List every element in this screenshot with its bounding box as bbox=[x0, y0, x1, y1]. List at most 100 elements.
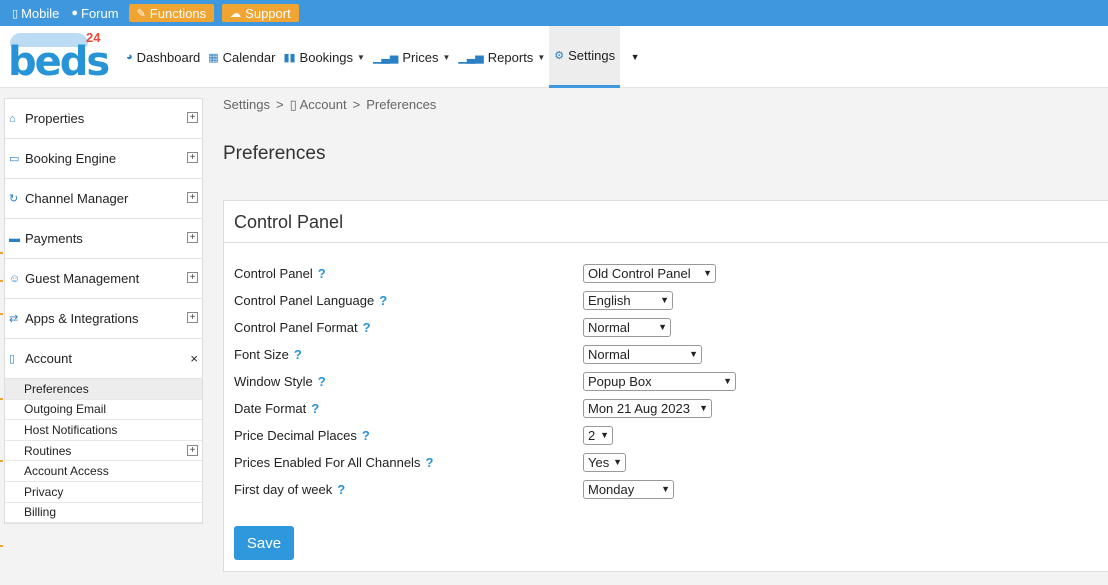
home-icon: ⌂ bbox=[9, 112, 16, 125]
breadcrumb-settings[interactable]: Settings bbox=[223, 97, 270, 113]
sidebar-sub-routines[interactable]: Routines + bbox=[5, 441, 202, 462]
mobile-link[interactable]: ▯ Mobile bbox=[10, 4, 61, 22]
support-button[interactable]: ☁ Support bbox=[222, 4, 299, 22]
sidebar-item-payments[interactable]: ▬ Payments + bbox=[5, 219, 202, 259]
decimal-places-select[interactable]: 2 ▼ bbox=[583, 425, 613, 445]
card-icon: ▬ bbox=[9, 232, 20, 245]
help-icon[interactable]: ? bbox=[363, 320, 371, 335]
first-day-select[interactable]: Monday ▼ bbox=[583, 479, 674, 499]
sidebar-item-properties[interactable]: ⌂ Properties + bbox=[5, 99, 202, 139]
format-select[interactable]: Normal ▼ bbox=[583, 317, 671, 337]
sync-icon: ↻ bbox=[9, 193, 19, 205]
edge-marker bbox=[0, 460, 3, 462]
sidebar-sub-account-access[interactable]: Account Access bbox=[5, 461, 202, 482]
sidebar-item-channel-manager[interactable]: ↻ Channel Manager + bbox=[5, 179, 202, 219]
sidebar-item-guest-management[interactable]: ☺ Guest Management + bbox=[5, 259, 202, 299]
nav-bookings[interactable]: ▮▮ Bookings ▼ bbox=[279, 26, 369, 88]
expand-icon[interactable]: + bbox=[187, 152, 198, 163]
form-row-format: Control Panel Format? Normal ▼ bbox=[234, 316, 1104, 338]
edge-marker bbox=[0, 280, 3, 282]
chevron-down-icon: ▼ bbox=[600, 430, 609, 440]
wrench-icon: ✎ bbox=[136, 7, 146, 20]
nav-dashboard[interactable]: ◕ Dashboard bbox=[122, 26, 204, 88]
help-icon[interactable]: ? bbox=[311, 401, 319, 416]
bookings-icon: ▮▮ bbox=[283, 51, 296, 64]
help-icon[interactable]: ? bbox=[425, 455, 433, 470]
functions-button[interactable]: ✎ Functions bbox=[128, 4, 215, 22]
font-size-select[interactable]: Normal ▼ bbox=[583, 344, 702, 364]
form-row-control-panel: Control Panel? Old Control Panel ▼ bbox=[234, 262, 1104, 284]
nav-reports[interactable]: ▁▃▅ Reports ▼ bbox=[454, 26, 549, 88]
sidebar-sub-privacy[interactable]: Privacy bbox=[5, 482, 202, 503]
sidebar-sub-billing[interactable]: Billing bbox=[5, 503, 202, 524]
chevron-down-icon: ▼ bbox=[613, 457, 622, 467]
control-panel-section: Control Panel Control Panel? Old Control… bbox=[223, 200, 1108, 572]
chevron-down-icon: ▼ bbox=[660, 295, 669, 305]
sidebar-item-account[interactable]: ▯ Account × bbox=[5, 339, 202, 379]
form-row-window-style: Window Style? Popup Box ▼ bbox=[234, 370, 1104, 392]
prices-icon: ▁▃▅ bbox=[372, 51, 399, 64]
sidebar-item-booking-engine[interactable]: ▭ Booking Engine + bbox=[5, 139, 202, 179]
header: beds 24 ◕ Dashboard ▦ Calendar ▮▮ Bookings ▼… bbox=[0, 26, 1108, 88]
file-icon: ▯ bbox=[9, 353, 16, 365]
save-button[interactable]: Save bbox=[234, 526, 294, 560]
window-style-select[interactable]: Popup Box ▼ bbox=[583, 371, 736, 391]
help-icon[interactable]: ? bbox=[294, 347, 302, 362]
nav-more-dropdown[interactable]: ▼ bbox=[620, 26, 650, 88]
sidebar-sub-preferences[interactable]: Preferences bbox=[5, 379, 202, 400]
users-icon: ☺ bbox=[9, 272, 21, 285]
forum-link[interactable]: ● Forum bbox=[69, 4, 120, 22]
forum-icon: ● bbox=[71, 7, 79, 19]
chevron-down-icon: ▼ bbox=[630, 52, 640, 62]
dashboard-icon: ◕ bbox=[126, 51, 133, 63]
chevron-down-icon: ▼ bbox=[658, 322, 667, 332]
help-icon[interactable]: ? bbox=[337, 482, 345, 497]
form-row-language: Control Panel Language? English ▼ bbox=[234, 289, 1104, 311]
expand-icon[interactable]: + bbox=[187, 444, 198, 456]
form-row-date-format: Date Format? Mon 21 Aug 2023 ▼ bbox=[234, 397, 1104, 419]
breadcrumb: Settings > ▯ Account > Preferences bbox=[223, 97, 436, 113]
edge-marker bbox=[0, 252, 3, 254]
expand-icon[interactable]: + bbox=[187, 272, 198, 283]
nav-prices[interactable]: ▁▃▅ Prices ▼ bbox=[369, 26, 454, 88]
breadcrumb-separator: > bbox=[352, 97, 361, 112]
calendar-icon: ▦ bbox=[208, 51, 219, 64]
form-row-prices-enabled: Prices Enabled For All Channels? Yes ▼ bbox=[234, 451, 1104, 473]
expand-icon[interactable]: + bbox=[187, 312, 198, 323]
control-panel-select[interactable]: Old Control Panel ▼ bbox=[583, 263, 716, 283]
expand-icon[interactable]: + bbox=[187, 232, 198, 243]
prices-enabled-select[interactable]: Yes ▼ bbox=[583, 452, 626, 472]
sidebar-sub-host-notifications[interactable]: Host Notifications bbox=[5, 420, 202, 441]
help-icon[interactable]: ? bbox=[362, 428, 370, 443]
edge-marker bbox=[0, 545, 3, 547]
nav-calendar[interactable]: ▦ Calendar bbox=[204, 26, 279, 88]
settings-icon: ⚙ bbox=[554, 50, 565, 62]
chevron-down-icon: ▼ bbox=[723, 376, 732, 386]
beds24-logo[interactable]: beds 24 bbox=[8, 29, 110, 85]
help-icon[interactable]: ? bbox=[318, 266, 326, 281]
help-icon[interactable]: ? bbox=[379, 293, 387, 308]
edge-marker bbox=[0, 313, 3, 315]
chevron-down-icon: ▼ bbox=[703, 268, 712, 278]
breadcrumb-preferences: Preferences bbox=[366, 97, 437, 112]
chevron-down-icon: ▼ bbox=[537, 52, 546, 62]
chevron-down-icon: ▼ bbox=[442, 52, 451, 62]
help-icon[interactable]: ? bbox=[318, 374, 326, 389]
collapse-icon[interactable]: × bbox=[190, 351, 198, 366]
expand-icon[interactable]: + bbox=[187, 112, 198, 123]
chevron-down-icon: ▼ bbox=[699, 403, 708, 413]
breadcrumb-separator: > bbox=[275, 97, 284, 112]
sidebar-item-apps-integrations[interactable]: ⇄ Apps & Integrations + bbox=[5, 299, 202, 339]
form-row-font-size: Font Size? Normal ▼ bbox=[234, 343, 1104, 365]
sidebar-sub-outgoing-email[interactable]: Outgoing Email bbox=[5, 400, 202, 421]
nav-settings[interactable]: ⚙ Settings bbox=[549, 26, 621, 88]
date-format-select[interactable]: Mon 21 Aug 2023 ▼ bbox=[583, 398, 712, 418]
chevron-down-icon: ▼ bbox=[689, 349, 698, 359]
edge-marker bbox=[0, 398, 3, 400]
language-select[interactable]: English ▼ bbox=[583, 290, 673, 310]
breadcrumb-account[interactable]: ▯ Account bbox=[290, 97, 347, 113]
top-bar: ▯ Mobile ● Forum ✎ Functions ☁ Support bbox=[0, 0, 1108, 26]
expand-icon[interactable]: + bbox=[187, 192, 198, 203]
form-row-first-day: First day of week? Monday ▼ bbox=[234, 478, 1104, 500]
mobile-icon: ▯ bbox=[12, 7, 19, 20]
